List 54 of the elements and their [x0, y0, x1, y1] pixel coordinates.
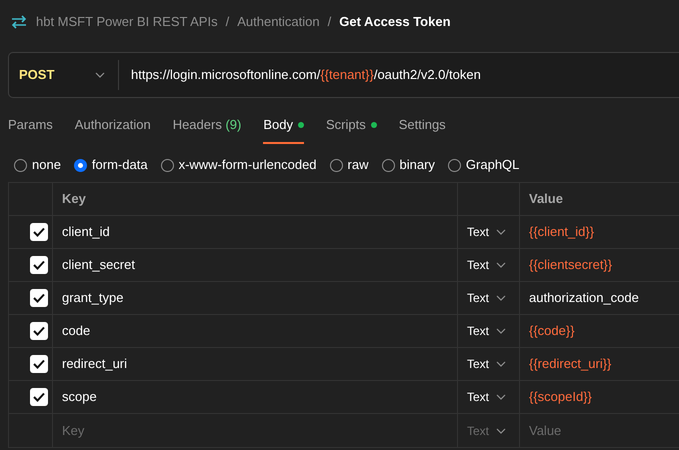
radio-option[interactable]: none	[14, 155, 61, 175]
chevron-icon	[496, 229, 506, 235]
key-cell[interactable]: code	[62, 321, 90, 341]
key-cell[interactable]: client_id	[62, 222, 110, 242]
chevron-icon	[496, 262, 506, 268]
radio-option[interactable]: binary	[382, 155, 435, 175]
checkbox[interactable]	[30, 322, 48, 340]
chevron-icon	[95, 72, 105, 78]
checkbox[interactable]	[30, 223, 48, 241]
breadcrumb-link[interactable]: hbt MSFT Power BI REST APIs	[36, 12, 218, 32]
radio-option[interactable]: x-www-form-urlencoded	[160, 155, 317, 175]
checkbox[interactable]	[30, 289, 48, 307]
chevron-icon	[496, 295, 506, 301]
type-dropdown[interactable]: Text	[467, 355, 506, 373]
chevron-icon	[496, 428, 506, 434]
tab[interactable]: Headers (9)	[172, 114, 242, 144]
value-cell[interactable]: {{redirect_uri}}	[529, 354, 612, 374]
type-dropdown[interactable]: Text	[467, 322, 506, 340]
checkbox[interactable]	[30, 355, 48, 373]
checkbox[interactable]	[30, 388, 48, 406]
tab[interactable]: Body	[263, 114, 304, 144]
checkbox[interactable]	[30, 256, 48, 274]
tab[interactable]: Params	[8, 114, 53, 144]
tab[interactable]: Scripts	[326, 114, 377, 144]
chevron-icon	[496, 361, 506, 367]
value-cell[interactable]: {{client_id}}	[529, 222, 594, 242]
value-cell[interactable]: {{scopeId}}	[529, 387, 592, 407]
breadcrumb-separator: /	[226, 13, 230, 32]
type-dropdown[interactable]: Text	[467, 289, 506, 307]
value-cell[interactable]: authorization_code	[529, 288, 639, 308]
radio-option[interactable]: GraphQL	[448, 155, 520, 175]
column-header: Key	[53, 183, 458, 215]
tab[interactable]: Settings	[398, 114, 446, 144]
key-cell[interactable]: grant_type	[62, 288, 124, 308]
url-field[interactable]: https://login.microsoftonline.com/{{tenant}}/oauth2/v2.0/token	[119, 65, 481, 85]
request-title: Get Access Token	[339, 13, 451, 32]
key-cell[interactable]: scope	[62, 387, 97, 407]
method-dropdown[interactable]: POST	[9, 60, 119, 90]
column-header: Value	[528, 190, 564, 208]
value-cell[interactable]: {{code}}	[529, 321, 575, 341]
tab[interactable]: Authorization	[74, 114, 151, 144]
key-cell[interactable]: client_secret	[62, 255, 135, 275]
chevron-icon	[496, 328, 506, 334]
arrows-icon	[10, 13, 28, 31]
type-dropdown[interactable]: Text	[467, 223, 506, 241]
chevron-icon	[496, 394, 506, 400]
radio-option[interactable]: form-data	[74, 155, 148, 175]
radio-option[interactable]: raw	[330, 155, 368, 175]
breadcrumb-link[interactable]: Authentication	[237, 12, 320, 32]
breadcrumb-separator: /	[328, 13, 332, 32]
type-dropdown[interactable]: Text	[467, 388, 506, 406]
type-dropdown[interactable]: Text	[467, 256, 506, 274]
value-cell[interactable]: {{clientsecret}}	[529, 255, 612, 275]
key-cell[interactable]: redirect_uri	[62, 354, 128, 374]
